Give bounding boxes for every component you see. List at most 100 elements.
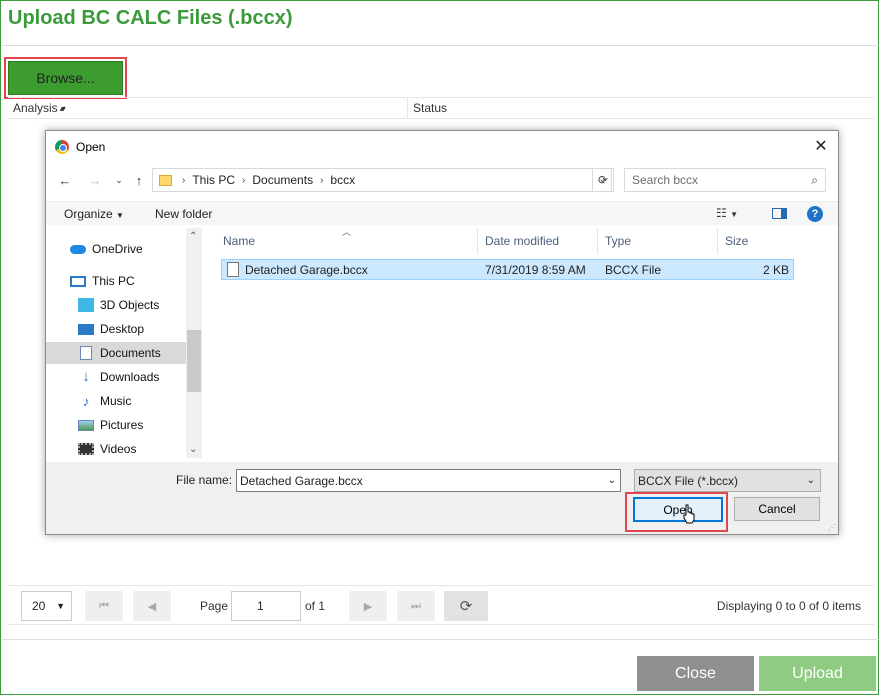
page-title: Upload BC CALC Files (.bccx) — [8, 7, 293, 29]
file-date: 7/31/2019 8:59 AM — [485, 262, 586, 277]
column-header-type[interactable]: Type — [598, 228, 718, 254]
nav-item-label: Pictures — [100, 418, 144, 432]
file-size: 2 KB — [762, 262, 789, 277]
file-type: BCCX File — [605, 262, 662, 277]
resize-grip-icon[interactable]: ⋰ — [828, 523, 836, 532]
scrollbar-thumb[interactable] — [187, 330, 201, 392]
footer-divider — [2, 639, 879, 640]
close-icon[interactable]: ✕ — [810, 135, 832, 157]
file-name: Detached Garage.bccx — [245, 262, 368, 277]
prev-page-button[interactable]: ◀ — [133, 591, 171, 621]
column-header-size[interactable]: Size — [718, 228, 798, 254]
sort-ascending-icon: ︿ — [342, 227, 352, 237]
upload-button[interactable]: Upload — [759, 656, 876, 691]
recent-locations-icon[interactable]: ⌄ — [110, 170, 128, 190]
search-icon: ⌕ — [811, 173, 818, 187]
page-size-value: 20 — [32, 599, 46, 613]
navigation-bar: ← → ⌄ ↑ › This PC › Documents › bccx ⌄ ⟳… — [46, 167, 838, 193]
nav-item-label: Downloads — [100, 370, 160, 384]
breadcrumb-documents[interactable]: Documents — [252, 173, 313, 187]
breadcrumb-separator-icon: › — [182, 174, 186, 186]
desktop-icon — [78, 323, 94, 335]
help-icon[interactable]: ? — [807, 206, 823, 222]
column-header-analysis[interactable]: Analysis ▴▾ — [8, 98, 408, 118]
chevron-down-icon: ▼ — [56, 601, 65, 611]
display-summary: Displaying 0 to 0 of 0 items — [716, 599, 861, 613]
preview-pane-icon[interactable] — [772, 208, 787, 219]
next-page-icon: ▶ — [363, 600, 373, 613]
dialog-toolbar: Organize ▼ New folder ☷ ▼ ? — [46, 201, 838, 225]
organize-label: Organize — [64, 207, 113, 221]
cancel-button[interactable]: Cancel — [734, 497, 820, 521]
first-page-button[interactable]: ⏮ — [85, 591, 123, 621]
cube-icon — [78, 298, 94, 312]
view-options-icon[interactable]: ☷ ▼ — [716, 206, 738, 220]
pager: 20 ▼ ⏮ ◀ Page 1 of 1 ▶ ⏭ ⟳ Displaying 0 … — [8, 585, 874, 625]
refresh-button[interactable]: ⟳ — [444, 591, 488, 621]
search-input[interactable]: Search bccx ⌕ — [624, 168, 826, 192]
scroll-down-icon[interactable]: ⌄ — [189, 444, 197, 455]
nav-item-pictures[interactable]: Pictures — [46, 414, 186, 436]
file-list: ︿ Name Date modified Type Size Detached … — [216, 227, 838, 458]
hand-cursor-icon — [683, 504, 695, 524]
grid-header: Analysis ▴▾ Status — [8, 97, 874, 119]
up-arrow-icon[interactable]: ↑ — [130, 170, 148, 190]
caret-down-icon: ▼ — [116, 211, 124, 220]
chrome-icon — [55, 140, 69, 154]
dialog-title: Open — [76, 140, 106, 154]
back-arrow-icon[interactable]: ← — [56, 170, 74, 190]
new-folder-button[interactable]: New folder — [155, 207, 212, 221]
nav-item-label: Music — [100, 394, 132, 408]
nav-pane-scrollbar[interactable]: ⌃ ⌄ — [186, 228, 202, 458]
last-page-button[interactable]: ⏭ — [397, 591, 435, 621]
nav-item-3d-objects[interactable]: 3D Objects — [46, 294, 186, 316]
last-page-icon: ⏭ — [411, 599, 421, 612]
nav-item-desktop[interactable]: Desktop — [46, 318, 186, 340]
breadcrumb-separator-icon: › — [242, 174, 246, 186]
refresh-icon[interactable]: ⟳ — [592, 168, 614, 192]
file-type-select[interactable]: BCCX File (*.bccx) ⌄ — [634, 469, 821, 492]
breadcrumb-this-pc[interactable]: This PC — [192, 173, 235, 187]
first-page-icon: ⏮ — [99, 599, 109, 612]
forward-arrow-icon[interactable]: → — [86, 170, 104, 190]
nav-item-downloads[interactable]: ↓ Downloads — [46, 366, 186, 388]
nav-item-videos[interactable]: Videos — [46, 438, 186, 460]
nav-item-onedrive[interactable]: OneDrive — [46, 238, 186, 260]
page-size-select[interactable]: 20 ▼ — [21, 591, 72, 621]
organize-menu[interactable]: Organize ▼ — [64, 207, 124, 221]
column-header-date-modified[interactable]: Date modified — [478, 228, 598, 254]
file-name-value: Detached Garage.bccx — [240, 473, 363, 488]
page-number-input[interactable]: 1 — [231, 591, 301, 621]
document-icon — [80, 346, 92, 360]
music-icon: ♪ — [82, 393, 90, 409]
page-label: Page — [200, 599, 229, 613]
open-button[interactable]: Open — [633, 497, 723, 522]
chevron-down-icon[interactable]: ⌄ — [608, 475, 616, 486]
file-name-label: File name: — [176, 473, 233, 487]
refresh-icon: ⟳ — [459, 598, 473, 615]
browse-button[interactable]: Browse... — [8, 61, 123, 95]
next-page-button[interactable]: ▶ — [349, 591, 387, 621]
chevron-down-icon: ⌄ — [806, 475, 815, 486]
nav-item-label: 3D Objects — [100, 298, 160, 312]
column-header-status[interactable]: Status — [408, 98, 874, 118]
open-file-dialog: Open ✕ ← → ⌄ ↑ › This PC › Documents › b… — [45, 130, 839, 535]
nav-item-documents[interactable]: Documents — [46, 342, 186, 364]
breadcrumb-bccx[interactable]: bccx — [330, 173, 355, 187]
file-name-input[interactable]: Detached Garage.bccx ⌄ — [236, 469, 621, 492]
sort-icon: ▴▾ — [59, 103, 66, 113]
nav-item-label: OneDrive — [92, 242, 143, 256]
file-row[interactable]: Detached Garage.bccx 7/31/2019 8:59 AM B… — [221, 259, 794, 280]
scroll-up-icon[interactable]: ⌃ — [189, 231, 197, 242]
address-bar[interactable]: › This PC › Documents › bccx ⌄ — [152, 168, 612, 192]
nav-item-music[interactable]: ♪ Music — [46, 390, 186, 412]
column-header-analysis-label: Analysis — [13, 101, 58, 115]
nav-item-label: Documents — [100, 346, 161, 360]
search-placeholder: Search bccx — [632, 173, 699, 187]
cloud-icon — [70, 244, 86, 254]
nav-item-this-pc[interactable]: This PC — [46, 270, 186, 292]
navigation-pane: OneDrive This PC 3D Objects Desktop Docu… — [46, 228, 202, 458]
file-icon — [227, 262, 239, 277]
video-icon — [78, 443, 94, 455]
close-button[interactable]: Close — [637, 656, 754, 691]
